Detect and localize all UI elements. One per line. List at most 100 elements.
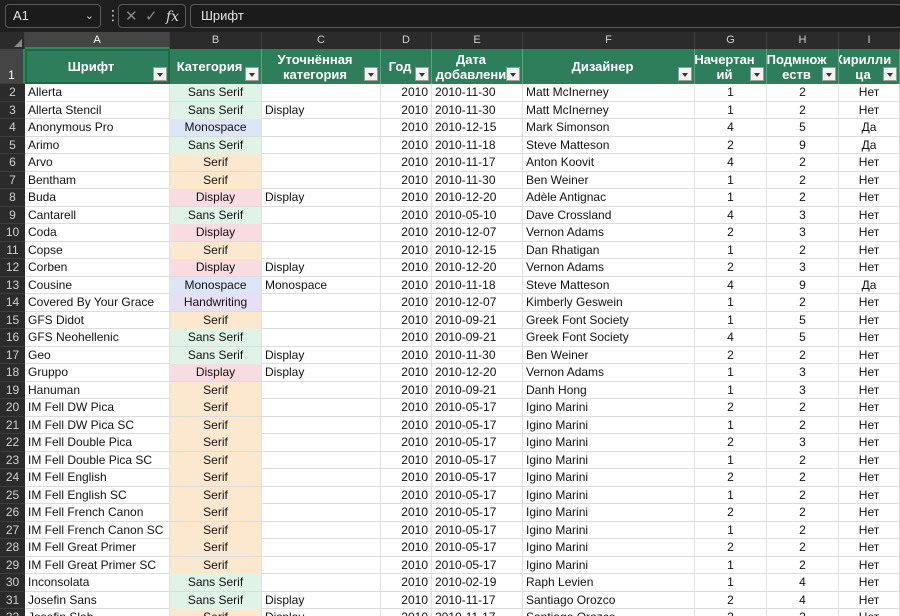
cell-d[interactable]: 2010 — [381, 556, 432, 574]
cell-d[interactable]: 2010 — [381, 399, 432, 416]
cell-i[interactable]: Нет — [839, 521, 900, 539]
cell-h[interactable]: 2 — [767, 556, 839, 574]
cancel-icon[interactable]: ✕ — [125, 8, 138, 26]
cell-c[interactable]: Display — [262, 189, 381, 206]
filter-dropdown-icon[interactable] — [678, 67, 692, 81]
cell-e[interactable]: 2010-12-15 — [432, 241, 523, 259]
cell-f[interactable]: Steve Matteson — [523, 136, 695, 154]
cell-g[interactable]: 1 — [695, 521, 767, 539]
cell-g[interactable]: 1 — [695, 101, 767, 119]
cell-b[interactable]: Sans Serif — [170, 84, 262, 101]
cell-d[interactable]: 2010 — [381, 101, 432, 119]
cell-c[interactable]: Display — [262, 364, 381, 381]
cell-b[interactable]: Serif — [170, 539, 262, 556]
cell-f[interactable]: Anton Koovit — [523, 154, 695, 171]
row-header-7[interactable]: 7 — [0, 171, 25, 189]
cell-i[interactable]: Нет — [839, 171, 900, 189]
cell-c[interactable] — [262, 539, 381, 556]
cell-a[interactable]: Allerta — [25, 84, 170, 101]
row-header-26[interactable]: 26 — [0, 504, 25, 522]
cell-c[interactable]: Display — [262, 259, 381, 276]
cell-c[interactable] — [262, 399, 381, 416]
cell-g[interactable]: 1 — [695, 364, 767, 381]
cell-c[interactable] — [262, 504, 381, 521]
cell-a[interactable]: Arvo — [25, 154, 170, 171]
cell-h[interactable]: 2 — [767, 84, 839, 101]
cell-h[interactable]: 2 — [767, 171, 839, 189]
cell-a[interactable]: GFS Neohellenic — [25, 329, 170, 346]
cell-c[interactable]: Display — [262, 346, 381, 364]
column-header-h[interactable]: H — [767, 32, 839, 49]
row-header-18[interactable]: 18 — [0, 364, 25, 382]
cell-g[interactable]: 2 — [695, 609, 767, 616]
cell-d[interactable]: 2010 — [381, 189, 432, 206]
cell-d[interactable]: 2010 — [381, 539, 432, 556]
cell-b[interactable]: Display — [170, 224, 262, 241]
cell-g[interactable]: 1 — [695, 451, 767, 469]
cell-d[interactable]: 2010 — [381, 451, 432, 469]
cell-c[interactable] — [262, 136, 381, 154]
cell-g[interactable]: 1 — [695, 189, 767, 206]
cell-h[interactable]: 2 — [767, 101, 839, 119]
filter-dropdown-icon[interactable] — [153, 67, 167, 81]
cell-b[interactable]: Serif — [170, 399, 262, 416]
cell-e[interactable]: 2010-12-20 — [432, 189, 523, 206]
cell-f[interactable]: Igino Marini — [523, 416, 695, 434]
cell-b[interactable]: Sans Serif — [170, 136, 262, 154]
cell-h[interactable]: 4 — [767, 591, 839, 609]
cell-g[interactable]: 2 — [695, 469, 767, 486]
cell-b[interactable]: Serif — [170, 609, 262, 616]
cell-c[interactable] — [262, 294, 381, 311]
cell-i[interactable]: Нет — [839, 329, 900, 346]
cell-h[interactable]: 2 — [767, 451, 839, 469]
cell-h[interactable]: 2 — [767, 189, 839, 206]
cell-i[interactable]: Нет — [839, 84, 900, 101]
filter-dropdown-icon[interactable] — [822, 67, 836, 81]
cell-e[interactable]: 2010-05-10 — [432, 206, 523, 224]
cell-h[interactable]: 4 — [767, 574, 839, 591]
cell-e[interactable]: 2010-09-21 — [432, 311, 523, 329]
cell-c[interactable] — [262, 381, 381, 399]
cell-h[interactable]: 2 — [767, 609, 839, 616]
cell-d[interactable]: 2010 — [381, 364, 432, 381]
cell-e[interactable]: 2010-12-07 — [432, 294, 523, 311]
cell-i[interactable]: Нет — [839, 189, 900, 206]
cell-d[interactable]: 2010 — [381, 119, 432, 136]
cell-d[interactable]: 2010 — [381, 346, 432, 364]
cell-f[interactable]: Raph Levien — [523, 574, 695, 591]
cell-h[interactable]: 3 — [767, 206, 839, 224]
cell-c[interactable] — [262, 469, 381, 486]
cell-b[interactable]: Handwriting — [170, 294, 262, 311]
cell-b[interactable]: Sans Serif — [170, 329, 262, 346]
cell-i[interactable]: Нет — [839, 556, 900, 574]
cell-a[interactable]: Allerta Stencil — [25, 101, 170, 119]
cell-i[interactable]: Нет — [839, 504, 900, 521]
cell-h[interactable]: 2 — [767, 416, 839, 434]
cell-g[interactable]: 2 — [695, 346, 767, 364]
cell-h[interactable]: 2 — [767, 469, 839, 486]
formula-input[interactable]: Шрифт — [190, 4, 900, 28]
cell-i[interactable]: Нет — [839, 574, 900, 591]
cell-g[interactable]: 1 — [695, 416, 767, 434]
cell-d[interactable]: 2010 — [381, 329, 432, 346]
cell-b[interactable]: Sans Serif — [170, 574, 262, 591]
cell-b[interactable]: Sans Serif — [170, 591, 262, 609]
cell-i[interactable]: Нет — [839, 381, 900, 399]
cell-b[interactable]: Serif — [170, 521, 262, 539]
cell-b[interactable]: Serif — [170, 311, 262, 329]
cell-g[interactable]: 1 — [695, 294, 767, 311]
cell-b[interactable]: Serif — [170, 381, 262, 399]
cell-a[interactable]: IM Fell French Canon SC — [25, 521, 170, 539]
row-header-19[interactable]: 19 — [0, 381, 25, 399]
cell-f[interactable]: Igino Marini — [523, 399, 695, 416]
cell-d[interactable]: 2010 — [381, 294, 432, 311]
filter-dropdown-icon[interactable] — [883, 67, 897, 81]
cell-i[interactable]: Нет — [839, 259, 900, 276]
cell-g[interactable]: 1 — [695, 84, 767, 101]
cell-h[interactable]: 2 — [767, 346, 839, 364]
cell-b[interactable]: Monospace — [170, 119, 262, 136]
cell-i[interactable]: Да — [839, 119, 900, 136]
cell-a[interactable]: Coda — [25, 224, 170, 241]
cell-a[interactable]: Copse — [25, 241, 170, 259]
cell-e[interactable]: 2010-11-30 — [432, 171, 523, 189]
